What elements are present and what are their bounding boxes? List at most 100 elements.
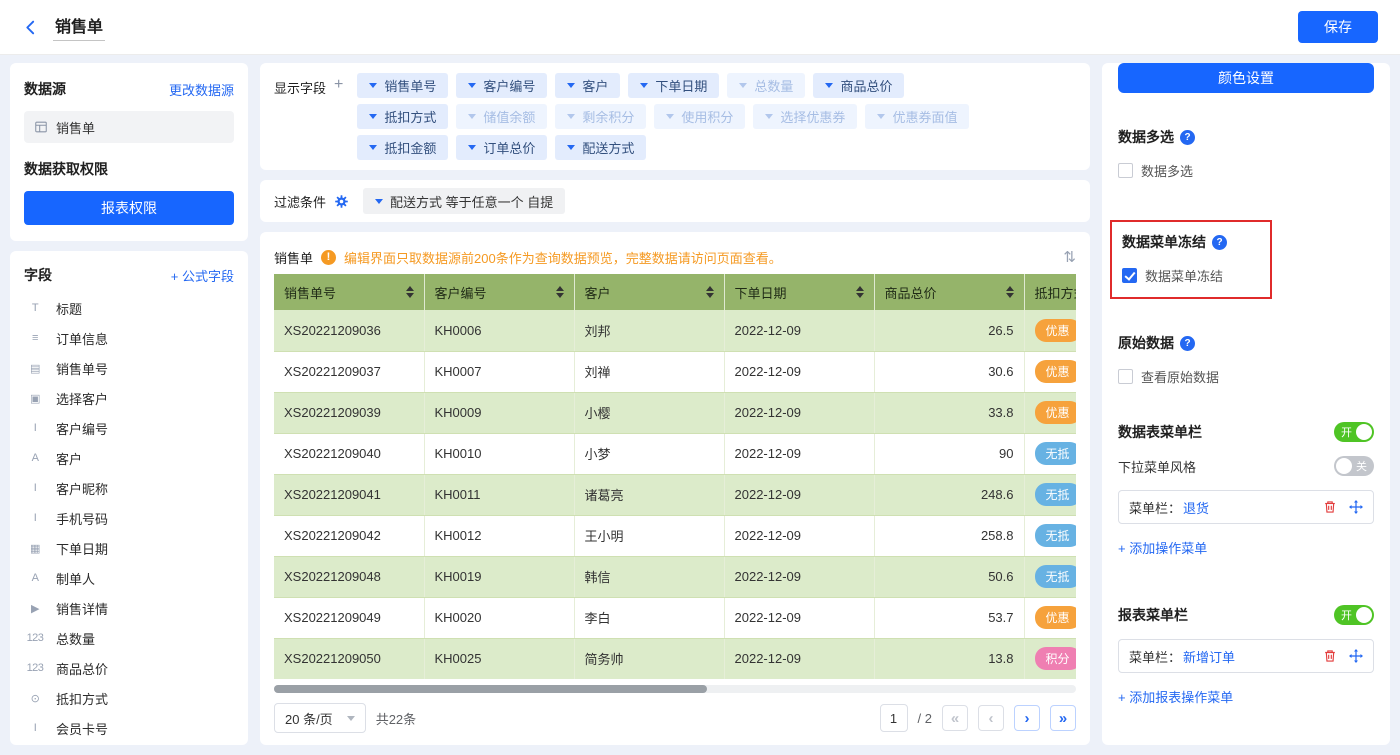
menu-item-row[interactable]: 菜单栏： 新增订单: [1118, 639, 1374, 673]
scrollbar-thumb[interactable]: [274, 685, 707, 693]
field-list-item[interactable]: I客户编号: [24, 413, 234, 443]
table-row[interactable]: XS20221209037KH0007刘禅2022-12-0930.6优惠: [274, 351, 1076, 392]
filter-condition-chip[interactable]: 配送方式 等于任意一个 自提: [363, 188, 565, 214]
help-icon[interactable]: [1180, 336, 1195, 351]
chevron-down-icon: [369, 114, 377, 119]
datasource-item[interactable]: 销售单: [24, 111, 234, 143]
prev-page-button[interactable]: ‹: [978, 705, 1004, 731]
sort-icon[interactable]: [706, 286, 714, 298]
field-list-item[interactable]: A客户: [24, 443, 234, 473]
multi-select-title: 数据多选: [1118, 127, 1174, 147]
display-field-chip[interactable]: 订单总价: [456, 135, 547, 160]
next-page-button[interactable]: ›: [1014, 705, 1040, 731]
checkbox-checked[interactable]: [1122, 268, 1137, 283]
menu-freeze-checkbox-row[interactable]: 数据菜单冻结: [1122, 266, 1260, 285]
field-list-item[interactable]: ▦下单日期: [24, 533, 234, 563]
field-list-item[interactable]: ≡订单信息: [24, 323, 234, 353]
display-field-chip[interactable]: 储值余额: [456, 104, 547, 129]
field-list-item[interactable]: 123商品总价: [24, 653, 234, 683]
display-field-chip[interactable]: 抵扣方式: [357, 104, 448, 129]
menu-item-row[interactable]: 菜单栏： 退货: [1118, 490, 1374, 524]
sort-icon[interactable]: [406, 286, 414, 298]
display-field-chip[interactable]: 抵扣金额: [357, 135, 448, 160]
move-menu-handle[interactable]: [1349, 649, 1363, 663]
column-header[interactable]: 客户: [574, 274, 724, 310]
display-field-chip[interactable]: 客户编号: [456, 73, 547, 98]
field-list-item[interactable]: ▤销售单号: [24, 353, 234, 383]
column-header[interactable]: 商品总价: [874, 274, 1024, 310]
chevron-down-icon: [666, 114, 674, 119]
help-icon[interactable]: [1212, 235, 1227, 250]
dropdown-style-toggle[interactable]: 关: [1334, 456, 1374, 476]
filter-settings-button[interactable]: [334, 194, 349, 209]
add-menu-link[interactable]: + 添加操作菜单: [1118, 538, 1207, 557]
table-cell: 韩信: [574, 556, 724, 597]
field-list-item[interactable]: A制单人: [24, 563, 234, 593]
display-field-chip[interactable]: 总数量: [727, 73, 805, 98]
table-cell: XS20221209036: [274, 310, 424, 351]
report-permission-button[interactable]: 报表权限: [24, 191, 234, 225]
field-list-item[interactable]: ▶销售详情: [24, 593, 234, 623]
display-field-chip[interactable]: 销售单号: [357, 73, 448, 98]
color-settings-button[interactable]: 颜色设置: [1118, 63, 1374, 93]
field-list-item[interactable]: 123总数量: [24, 623, 234, 653]
table-row[interactable]: XS20221209048KH0019韩信2022-12-0950.6无抵: [274, 556, 1076, 597]
sort-icon[interactable]: [856, 286, 864, 298]
table-row[interactable]: XS20221209049KH0020李白2022-12-0953.7优惠: [274, 597, 1076, 638]
table-menu-toggle[interactable]: 开: [1334, 422, 1374, 442]
page-number-input[interactable]: 1: [880, 704, 908, 732]
field-list-item[interactable]: T标题: [24, 293, 234, 323]
back-button[interactable]: [22, 19, 39, 36]
report-menu-title: 报表菜单栏: [1118, 605, 1188, 625]
horizontal-scrollbar[interactable]: [274, 685, 1076, 693]
table-row[interactable]: XS20221209039KH0009小樱2022-12-0933.8优惠: [274, 392, 1076, 433]
field-list-item[interactable]: I客户昵称: [24, 473, 234, 503]
field-list-item[interactable]: ▣选择客户: [24, 383, 234, 413]
display-field-chip[interactable]: 客户: [555, 73, 620, 98]
display-field-chip[interactable]: 优惠券面值: [865, 104, 969, 129]
menu-item-value[interactable]: 退货: [1183, 498, 1209, 517]
sort-icon[interactable]: [1006, 286, 1014, 298]
sort-icon[interactable]: [556, 286, 564, 298]
last-page-button[interactable]: »: [1050, 705, 1076, 731]
column-header[interactable]: 客户编号: [424, 274, 574, 310]
delete-menu-button[interactable]: [1323, 649, 1337, 663]
field-list-item[interactable]: I会员卡号: [24, 713, 234, 743]
display-field-chip[interactable]: 商品总价: [813, 73, 904, 98]
report-menu-toggle[interactable]: 开: [1334, 605, 1374, 625]
raw-data-checkbox-row[interactable]: 查看原始数据: [1118, 367, 1374, 386]
field-list-item[interactable]: ⊙抵扣方式: [24, 683, 234, 713]
sort-order-icon[interactable]: ⇅: [1063, 248, 1076, 266]
column-header[interactable]: 销售单号: [274, 274, 424, 310]
add-report-menu-link[interactable]: + 添加报表操作菜单: [1118, 687, 1233, 706]
move-menu-handle[interactable]: [1349, 500, 1363, 514]
save-button[interactable]: 保存: [1298, 11, 1378, 43]
table-row[interactable]: XS20221209041KH0011诸葛亮2022-12-09248.6无抵: [274, 474, 1076, 515]
page-size-select[interactable]: 20 条/页: [274, 703, 366, 733]
table-row[interactable]: XS20221209050KH0025简务帅2022-12-0913.8积分: [274, 638, 1076, 679]
menu-item-value[interactable]: 新增订单: [1183, 647, 1235, 666]
help-icon[interactable]: [1180, 130, 1195, 145]
display-field-chip[interactable]: 下单日期: [628, 73, 719, 98]
display-field-chip[interactable]: 剩余积分: [555, 104, 646, 129]
table-row[interactable]: XS20221209042KH0012王小明2022-12-09258.8无抵: [274, 515, 1076, 556]
checkbox-unchecked[interactable]: [1118, 163, 1133, 178]
change-datasource-link[interactable]: 更改数据源: [169, 80, 234, 99]
multi-select-checkbox-row[interactable]: 数据多选: [1118, 161, 1374, 180]
add-display-field-button[interactable]: +: [334, 78, 343, 92]
field-list-item[interactable]: I手机号码: [24, 503, 234, 533]
display-field-chip[interactable]: 配送方式: [555, 135, 646, 160]
delete-menu-button[interactable]: [1323, 500, 1337, 514]
add-formula-field-link[interactable]: + 公式字段: [171, 266, 234, 285]
column-header[interactable]: 抵扣方式: [1024, 274, 1076, 310]
table-row[interactable]: XS20221209040KH0010小梦2022-12-0990无抵: [274, 433, 1076, 474]
column-header[interactable]: 下单日期: [724, 274, 874, 310]
table-cell: 简务帅: [574, 638, 724, 679]
display-field-chip[interactable]: 选择优惠券: [753, 104, 857, 129]
table-row[interactable]: XS20221209036KH0006刘邦2022-12-0926.5优惠: [274, 310, 1076, 351]
first-page-button[interactable]: «: [942, 705, 968, 731]
field-label: 销售详情: [56, 599, 108, 618]
display-field-chip[interactable]: 使用积分: [654, 104, 745, 129]
toggle-on-label: 开: [1341, 607, 1352, 623]
checkbox-unchecked[interactable]: [1118, 369, 1133, 384]
